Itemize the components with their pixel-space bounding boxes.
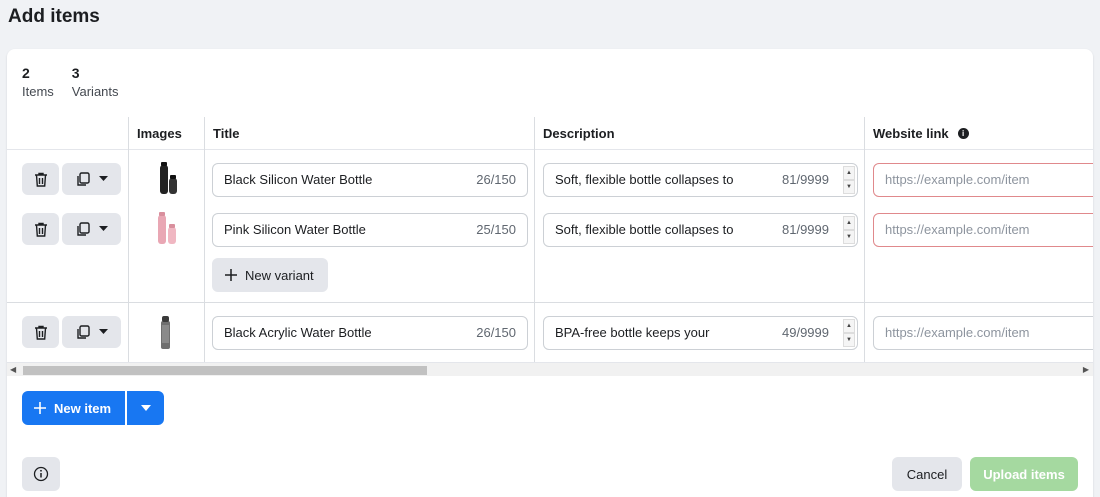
variants-stat: 3 Variants [72,65,119,100]
description-field[interactable]: Soft, flexible bottle collapses to 81/99… [543,163,858,197]
items-label: Items [22,84,54,99]
plus-icon [34,402,46,414]
plus-icon [225,269,237,281]
column-divider [204,117,205,362]
scroll-left-arrow-icon[interactable]: ◀ [10,365,16,374]
caret-down-icon [98,226,108,231]
table-header: Images Title Description Website link i [7,117,1093,150]
scrollbar-thumb[interactable] [23,366,427,375]
column-divider [128,117,129,362]
duplicate-row-button[interactable] [62,163,121,195]
delete-row-button[interactable] [22,213,59,245]
trash-icon [34,325,47,340]
description-field[interactable]: BPA-free bottle keeps your 49/9999 ▲ ▼ [543,316,858,350]
duplicate-icon [76,171,90,186]
caret-down-icon [140,405,151,411]
description-scroll-stepper[interactable]: ▲ ▼ [843,216,855,244]
info-icon[interactable]: i [957,128,969,139]
caret-down-icon [98,176,108,181]
duplicate-row-button[interactable] [62,316,121,348]
column-divider [534,117,535,362]
description-value: Soft, flexible bottle collapses to [555,172,734,187]
title-field[interactable]: Pink Silicon Water Bottle 25/150 [212,213,528,247]
items-stat: 2 Items [22,65,54,100]
website-link-placeholder: https://example.com/item [885,222,1030,237]
description-char-count: 81/9999 [782,172,829,187]
grey-bottle-thumbnail[interactable] [145,313,185,353]
add-items-card: 2 Items 3 Variants Images Title Descript… [7,49,1093,497]
delete-row-button[interactable] [22,163,59,195]
new-item-label: New item [54,400,112,416]
description-char-count: 81/9999 [782,222,829,237]
column-divider [864,117,865,362]
page-title: Add items [8,6,100,27]
trash-icon [34,172,47,187]
scroll-right-arrow-icon[interactable]: ▶ [1083,365,1089,374]
new-item-button[interactable]: New item [22,391,126,425]
title-field[interactable]: Black Acrylic Water Bottle 26/150 [212,316,528,350]
title-field[interactable]: Black Silicon Water Bottle 26/150 [212,163,528,197]
website-link-field[interactable]: https://example.com/item [873,213,1093,247]
duplicate-row-button[interactable] [62,213,121,245]
website-link-label: Website link [873,126,949,141]
description-scroll-stepper[interactable]: ▲ ▼ [843,166,855,194]
cancel-button[interactable]: Cancel [892,457,962,491]
new-variant-label: New variant [245,267,314,283]
column-header-title: Title [213,126,240,141]
description-value: BPA-free bottle keeps your [555,325,710,340]
duplicate-icon [76,324,90,339]
title-char-count: 26/150 [476,172,516,187]
items-count: 2 [22,65,30,81]
website-link-placeholder: https://example.com/item [885,325,1030,340]
website-link-field[interactable]: https://example.com/item [873,163,1093,197]
title-value: Black Acrylic Water Bottle [224,325,372,340]
website-link-field[interactable]: https://example.com/item [873,316,1093,350]
new-item-dropdown-button[interactable] [127,391,165,425]
description-value: Soft, flexible bottle collapses to [555,222,734,237]
delete-row-button[interactable] [22,316,59,348]
title-value: Black Silicon Water Bottle [224,172,373,187]
description-char-count: 49/9999 [782,325,829,340]
help-button[interactable] [22,457,60,491]
pink-bottle-thumbnail[interactable] [147,210,187,250]
trash-icon [34,222,47,237]
horizontal-scrollbar[interactable]: ◀ ▶ [7,362,1093,376]
title-char-count: 26/150 [476,325,516,340]
column-header-description: Description [543,126,615,141]
item-stats: 2 Items 3 Variants [22,65,119,100]
new-variant-button[interactable]: New variant [212,258,328,292]
variants-count: 3 [71,65,80,81]
title-value: Pink Silicon Water Bottle [224,222,366,237]
new-item-split-button: New item [22,391,165,425]
info-icon [33,466,49,482]
item-group-divider [7,302,1093,303]
variants-label: Variants [71,84,119,99]
duplicate-icon [76,221,90,236]
upload-items-button[interactable]: Upload items [970,457,1078,491]
title-char-count: 25/150 [476,222,516,237]
black-bottle-thumbnail[interactable] [147,160,187,200]
column-header-images: Images [137,126,182,141]
caret-down-icon [98,329,108,334]
column-header-website-link: Website link i [865,117,969,150]
items-table: Images Title Description Website link i … [7,117,1093,362]
description-scroll-stepper[interactable]: ▲ ▼ [843,319,855,347]
website-link-placeholder: https://example.com/item [885,172,1030,187]
description-field[interactable]: Soft, flexible bottle collapses to 81/99… [543,213,858,247]
